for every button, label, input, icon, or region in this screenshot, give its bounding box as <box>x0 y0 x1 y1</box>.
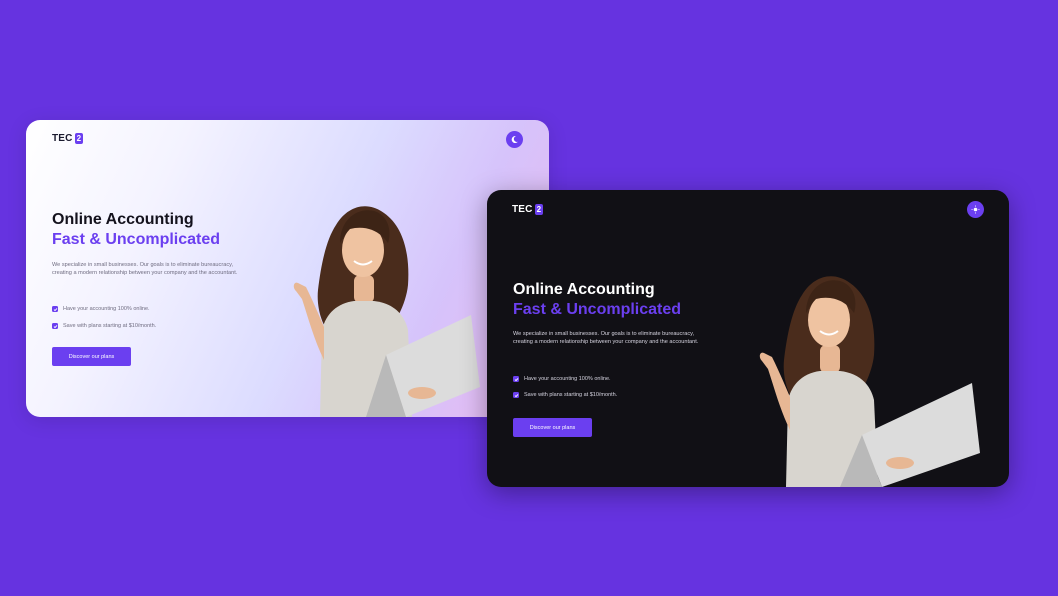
feature-item: Have your accounting 100% online. <box>52 306 150 312</box>
logo-badge: 2 <box>534 204 544 215</box>
feature-item: Save with plans starting at $10/month. <box>513 392 617 398</box>
light-theme-card: TEC 2 Online Accounting Fast & Uncomplic… <box>26 120 549 417</box>
discover-plans-button[interactable]: Discover our plans <box>513 418 592 437</box>
logo-text: TEC <box>52 133 73 144</box>
feature-text: Have your accounting 100% online. <box>63 306 150 312</box>
theme-toggle-button[interactable] <box>506 131 523 148</box>
dark-theme-card: TEC 2 Online Accounting Fast & Uncomplic… <box>487 190 1009 487</box>
woman-with-laptop-image <box>293 206 480 417</box>
headline-line-2: Fast & Uncomplicated <box>513 301 682 318</box>
feature-text: Have your accounting 100% online. <box>524 376 611 382</box>
feature-item: Have your accounting 100% online. <box>513 376 611 382</box>
hero-headline: Online Accounting Fast & Uncomplicated <box>513 280 681 320</box>
feature-text: Save with plans starting at $10/month. <box>524 392 618 398</box>
headline-line-2: Fast & Uncomplicated <box>52 231 221 248</box>
check-icon <box>513 392 519 398</box>
feature-item: Save with plans starting at $10/month. <box>52 323 156 329</box>
hero-description: We specialize in small businesses. Our g… <box>513 331 699 346</box>
theme-toggle-button[interactable] <box>967 201 984 218</box>
woman-with-laptop-image <box>759 276 980 487</box>
logo[interactable]: TEC 2 <box>52 133 84 144</box>
hero-headline: Online Accounting Fast & Uncomplicated <box>52 210 220 250</box>
logo-badge: 2 <box>74 133 84 144</box>
feature-text: Save with plans starting at $10/month. <box>63 323 157 329</box>
check-icon <box>52 323 58 329</box>
check-icon <box>52 306 58 312</box>
check-icon <box>513 376 519 382</box>
moon-icon <box>510 131 519 149</box>
hero-description: We specialize in small businesses. Our g… <box>52 262 238 277</box>
headline-line-1: Online Accounting <box>513 281 655 298</box>
discover-plans-button[interactable]: Discover our plans <box>52 347 131 366</box>
logo-text: TEC <box>512 204 533 215</box>
headline-line-1: Online Accounting <box>52 211 194 228</box>
sun-icon <box>971 201 980 219</box>
logo[interactable]: TEC 2 <box>512 204 544 215</box>
